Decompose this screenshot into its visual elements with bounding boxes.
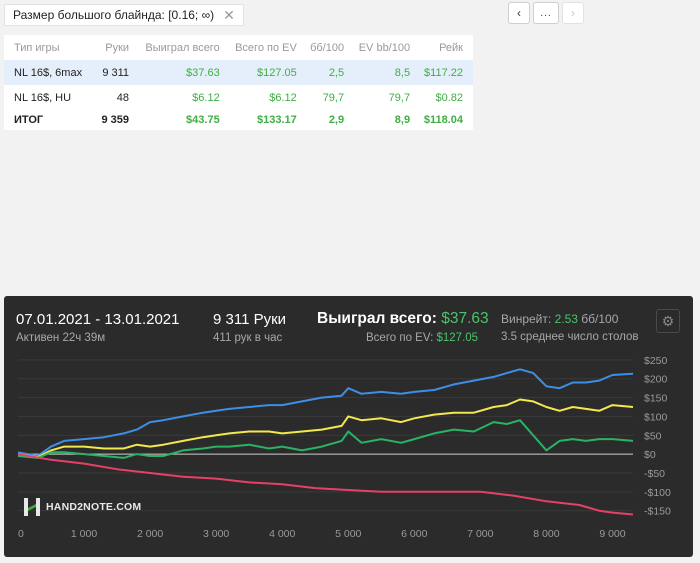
cell-bb100: 79,7 — [322, 91, 345, 104]
cell-total-won: $43.75 — [186, 114, 220, 126]
prev-button[interactable]: ‹ — [508, 2, 530, 24]
cell-ev: $127.05 — [229, 60, 307, 85]
more-button[interactable]: ... — [533, 2, 559, 24]
logo-icon — [24, 498, 40, 516]
cell-evbb100: 8,5 — [354, 60, 421, 85]
y-tick-label: $0 — [644, 449, 656, 461]
cell-rake: $117.22 — [420, 60, 473, 85]
col-header-bb100[interactable]: бб/100 — [307, 35, 354, 60]
cell-ev: $6.12 — [269, 91, 297, 104]
y-tick-label: $100 — [644, 411, 668, 423]
x-tick-label: 5 000 — [335, 528, 361, 540]
filter-chip-label: Размер большого блайнда: [0.16; ∞) — [13, 8, 215, 22]
y-tick-label: -$150 — [644, 506, 671, 518]
cell-won: $37.63 — [139, 60, 230, 85]
y-tick-label: $50 — [644, 430, 662, 442]
green-series-line — [17, 419, 634, 459]
col-header-won[interactable]: Выиграл всего — [139, 35, 230, 60]
cell-game-type: NL 16$, HU — [14, 91, 72, 104]
col-header-hands[interactable]: Руки — [99, 35, 139, 60]
logo: HAND2NOTE.COM — [24, 498, 141, 516]
y-tick-label: $150 — [644, 393, 668, 405]
cell-total-evbb100: 8,9 — [394, 114, 411, 126]
x-tick-label: 0 — [18, 528, 24, 540]
cell-total-bb100: 2,9 — [328, 114, 345, 126]
x-tick-label: 3 000 — [203, 528, 229, 540]
x-tick-label: 1 000 — [71, 528, 97, 540]
col-header-ev[interactable]: Всего по EV — [230, 35, 307, 60]
close-icon[interactable]: ✕ — [223, 8, 235, 22]
table-row[interactable]: NL 16$, HU 48 $6.12 $6.12 79,7 79,7 $0.8… — [4, 85, 473, 110]
y-tick-label: -$50 — [644, 468, 665, 480]
cell-game-type: NL 16$, 6max — [4, 60, 99, 85]
col-header-rake[interactable]: Рейк — [420, 35, 473, 60]
graph-panel: 07.01.2021 - 13.01.2021 Активен 22ч 39м … — [4, 296, 693, 557]
cell-total-hands: 9 359 — [101, 114, 130, 126]
cell-total-ev: $133.17 — [257, 114, 297, 126]
cell-rake: $0.82 — [435, 91, 463, 104]
cell-total-label: ИТОГ — [14, 114, 44, 126]
x-tick-label: 7 000 — [467, 528, 493, 540]
cell-hands: 9 311 — [98, 60, 140, 85]
x-tick-label: 9 000 — [599, 528, 625, 540]
cell-evbb100: 79,7 — [388, 91, 411, 104]
y-tick-label: $250 — [644, 355, 668, 367]
next-button[interactable]: › — [562, 2, 584, 24]
x-tick-label: 6 000 — [401, 528, 427, 540]
y-tick-label: $200 — [644, 374, 668, 386]
col-header-evbb100[interactable]: EV bb/100 — [354, 35, 420, 60]
cell-won: $6.12 — [192, 91, 220, 104]
cell-total-rake: $118.04 — [423, 114, 463, 126]
stats-table: Тип игры Руки Выиграл всего Всего по EV … — [4, 35, 473, 130]
logo-text: HAND2NOTE.COM — [46, 501, 142, 513]
cell-bb100: 2,5 — [306, 60, 355, 85]
table-header-row: Тип игры Руки Выиграл всего Всего по EV … — [4, 35, 473, 60]
x-tick-label: 4 000 — [269, 528, 295, 540]
table-total-row: ИТОГ 9 359 $43.75 $133.17 2,9 8,9 $118.0… — [4, 110, 473, 130]
filter-chip: Размер большого блайнда: [0.16; ∞) ✕ — [4, 4, 244, 26]
yellow-series-line — [17, 398, 634, 459]
cell-hands: 48 — [116, 91, 130, 104]
profit-chart: $250 $200 $150 $100 $50 $0 -$50 -$100 -$150 0 1 00… — [17, 355, 671, 540]
x-tick-label: 2 000 — [137, 528, 163, 540]
table-row[interactable]: NL 16$, 6max 9 311 $37.63 $127.05 2,5 8,… — [4, 60, 473, 85]
x-tick-label: 8 000 — [533, 528, 559, 540]
col-header-game-type[interactable]: Тип игры — [4, 35, 99, 60]
y-tick-label: -$100 — [644, 487, 671, 499]
